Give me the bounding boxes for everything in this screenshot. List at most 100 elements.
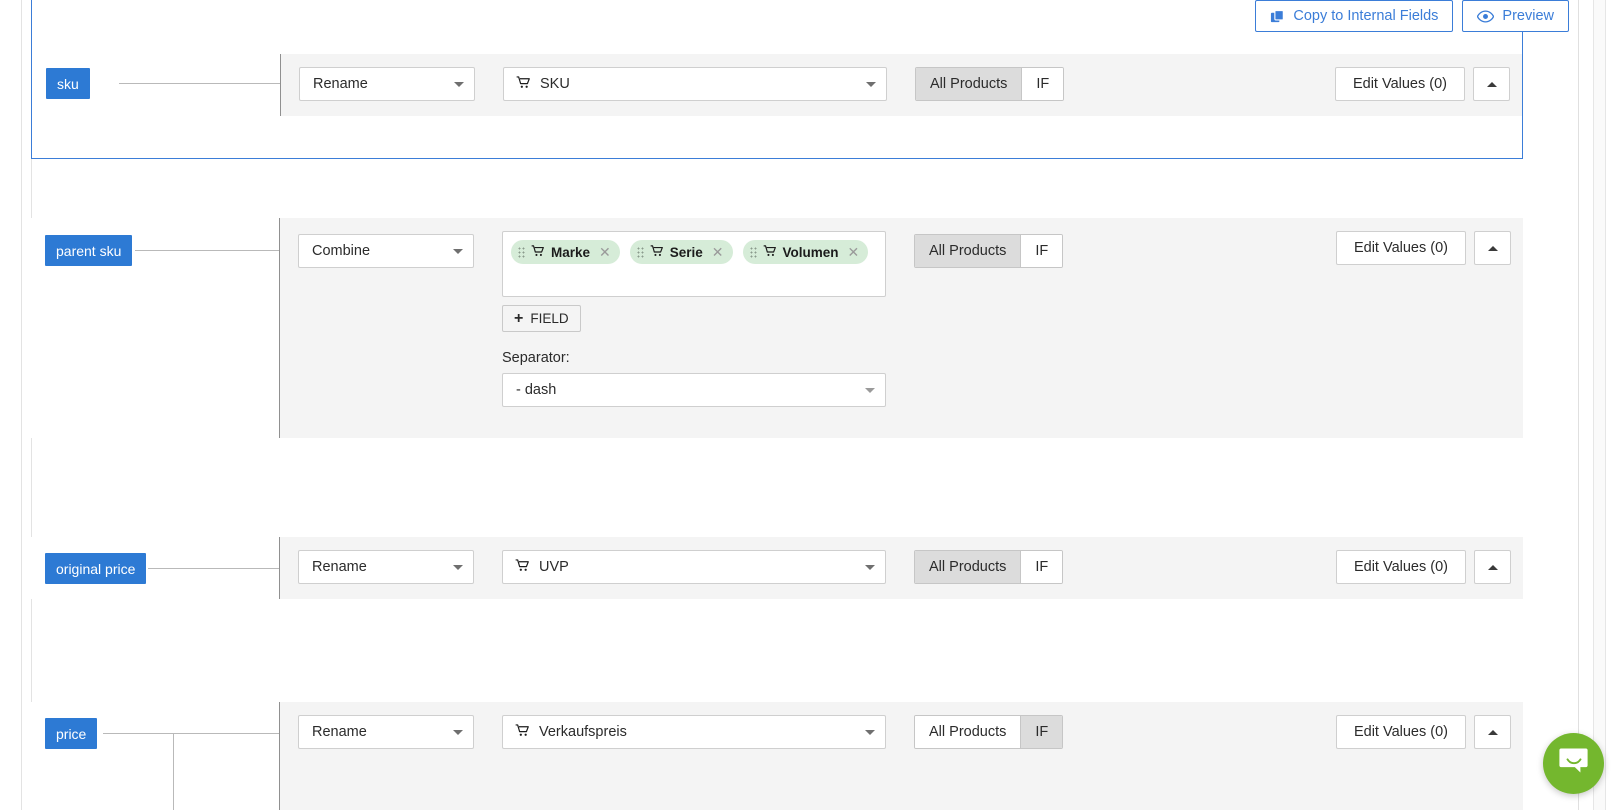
row-actions: Edit Values (0) <box>1334 67 1510 101</box>
scope-if-button[interactable]: IF <box>1021 551 1063 583</box>
collapse-row-button-parent-sku[interactable] <box>1474 231 1511 265</box>
row-actions: Edit Values (0) <box>1335 550 1511 584</box>
connector-line <box>135 250 279 251</box>
chevron-up-icon <box>1487 729 1498 735</box>
scope-if-button[interactable]: IF <box>1021 235 1063 267</box>
close-icon[interactable]: ✕ <box>599 245 611 259</box>
add-field-button[interactable]: + FIELD <box>502 305 581 332</box>
row-label-column: parent sku <box>31 218 279 438</box>
field-chip[interactable]: Volumen ✕ <box>742 240 869 264</box>
drag-handle-icon[interactable] <box>636 246 644 258</box>
source-field-value: Verkaufspreis <box>539 724 627 740</box>
chevron-down-icon <box>865 565 875 570</box>
scope-all-products-button[interactable]: All Products <box>915 716 1022 748</box>
shopping-cart-icon <box>763 244 777 260</box>
separator-select[interactable]: - dash <box>502 373 886 407</box>
edit-values-button-parent-sku[interactable]: Edit Values (0) <box>1335 231 1466 265</box>
shopping-cart-icon <box>515 723 530 741</box>
operation-select-price[interactable]: Rename <box>298 715 474 749</box>
chevron-up-icon <box>1486 81 1497 87</box>
connector-line <box>119 83 280 84</box>
row-content: Rename <box>279 537 1523 599</box>
source-field-value: UVP <box>539 559 569 575</box>
row-actions: Edit Values (0) <box>1335 231 1511 265</box>
drag-handle-icon[interactable] <box>749 246 757 258</box>
mapping-row-price: price Rename Verkaufspreis All Products … <box>31 702 1523 810</box>
row-label-column: sku <box>32 54 280 116</box>
rail-line-outer <box>21 0 22 810</box>
preview-label: Preview <box>1502 7 1554 24</box>
source-field-select-price[interactable]: Verkaufspreis <box>502 715 886 749</box>
chat-launcher-button[interactable] <box>1543 733 1604 794</box>
mapping-card-original-price[interactable]: original price Rename UVP All Products I… <box>31 537 1523 603</box>
collapse-row-button-sku[interactable] <box>1473 67 1510 101</box>
chevron-up-icon <box>1487 564 1498 570</box>
scope-if-button[interactable]: IF <box>1021 716 1063 748</box>
chevron-down-icon <box>866 82 876 87</box>
shopping-cart-icon <box>650 244 664 260</box>
row-content: Rename <box>279 702 1523 810</box>
scope-toggle-sku: All Products IF <box>915 67 1065 101</box>
source-field-select-sku[interactable]: SKU <box>503 67 887 101</box>
output-field-badge-original-price[interactable]: original price <box>45 553 147 584</box>
edit-values-button-price[interactable]: Edit Values (0) <box>1335 715 1466 749</box>
vertical-scrollbar[interactable] <box>1593 0 1606 810</box>
source-field-select-original-price[interactable]: UVP <box>502 550 886 584</box>
edit-values-button-sku[interactable]: Edit Values (0) <box>1334 67 1465 101</box>
scroll-gutter <box>1578 0 1618 810</box>
shopping-cart-icon <box>531 244 545 260</box>
connector-line <box>103 733 279 734</box>
connector-line <box>148 568 279 569</box>
card-toolbar: Copy to Internal Fields Preview <box>1255 0 1569 32</box>
row-actions: Edit Values (0) <box>1335 715 1511 749</box>
connector-branch-line <box>173 733 174 810</box>
row-content: Rename <box>280 54 1522 116</box>
collapse-row-button-original-price[interactable] <box>1474 550 1511 584</box>
scope-toggle-parent-sku: All Products IF <box>914 234 1064 268</box>
close-icon[interactable]: ✕ <box>712 245 724 259</box>
preview-button[interactable]: Preview <box>1462 0 1569 32</box>
chevron-down-icon <box>453 249 463 254</box>
output-field-badge-sku[interactable]: sku <box>46 68 90 99</box>
chevron-up-icon <box>1487 245 1498 251</box>
source-field-value: SKU <box>540 76 570 92</box>
chevron-down-icon <box>453 565 463 570</box>
separator-label: Separator: <box>502 350 570 366</box>
add-field-label: FIELD <box>530 311 569 326</box>
copy-to-internal-fields-button[interactable]: Copy to Internal Fields <box>1255 0 1454 32</box>
plus-icon: + <box>514 309 524 327</box>
mapping-row-original-price: original price Rename UVP All Products I… <box>31 537 1523 599</box>
scope-all-products-button[interactable]: All Products <box>915 551 1022 583</box>
operation-select-parent-sku[interactable]: Combine <box>298 234 474 268</box>
scope-toggle-original-price: All Products IF <box>914 550 1064 584</box>
shopping-cart-icon <box>515 558 530 576</box>
operation-select-sku[interactable]: Rename <box>299 67 475 101</box>
mapping-card-parent-sku[interactable]: parent sku Combine Marke ✕ Serie ✕ Volum… <box>31 218 1523 438</box>
scope-toggle-price: All Products IF <box>914 715 1064 749</box>
scope-all-products-button[interactable]: All Products <box>915 235 1022 267</box>
collapse-row-button-price[interactable] <box>1474 715 1511 749</box>
close-icon[interactable]: ✕ <box>848 245 860 259</box>
operation-value: Rename <box>312 724 367 740</box>
field-chip-label: Marke <box>551 244 591 260</box>
chevron-down-icon <box>865 730 875 735</box>
row-label-column: price <box>31 702 279 810</box>
row-label-column: original price <box>31 537 279 599</box>
field-mapping-app: Copy to Internal Fields Preview sku Rena… <box>0 0 1618 810</box>
operation-value: Rename <box>312 559 367 575</box>
scope-if-button[interactable]: IF <box>1022 68 1064 100</box>
drag-handle-icon[interactable] <box>518 246 525 258</box>
eye-icon <box>1477 9 1495 23</box>
mapping-card-price[interactable]: price Rename Verkaufspreis All Products … <box>31 702 1523 810</box>
scope-all-products-button[interactable]: All Products <box>916 68 1023 100</box>
operation-select-original-price[interactable]: Rename <box>298 550 474 584</box>
chat-bubble-icon <box>1558 746 1589 781</box>
operation-value: Combine <box>312 243 371 259</box>
output-field-badge-price[interactable]: price <box>45 718 98 749</box>
field-chip[interactable]: Marke ✕ <box>511 240 620 264</box>
edit-values-button-original-price[interactable]: Edit Values (0) <box>1335 550 1466 584</box>
operation-value: Rename <box>313 76 368 92</box>
field-chip[interactable]: Serie ✕ <box>629 240 733 264</box>
combine-fields-chipbox[interactable]: Marke ✕ Serie ✕ Volumen ✕ <box>502 231 886 297</box>
output-field-badge-parent-sku[interactable]: parent sku <box>45 235 133 266</box>
